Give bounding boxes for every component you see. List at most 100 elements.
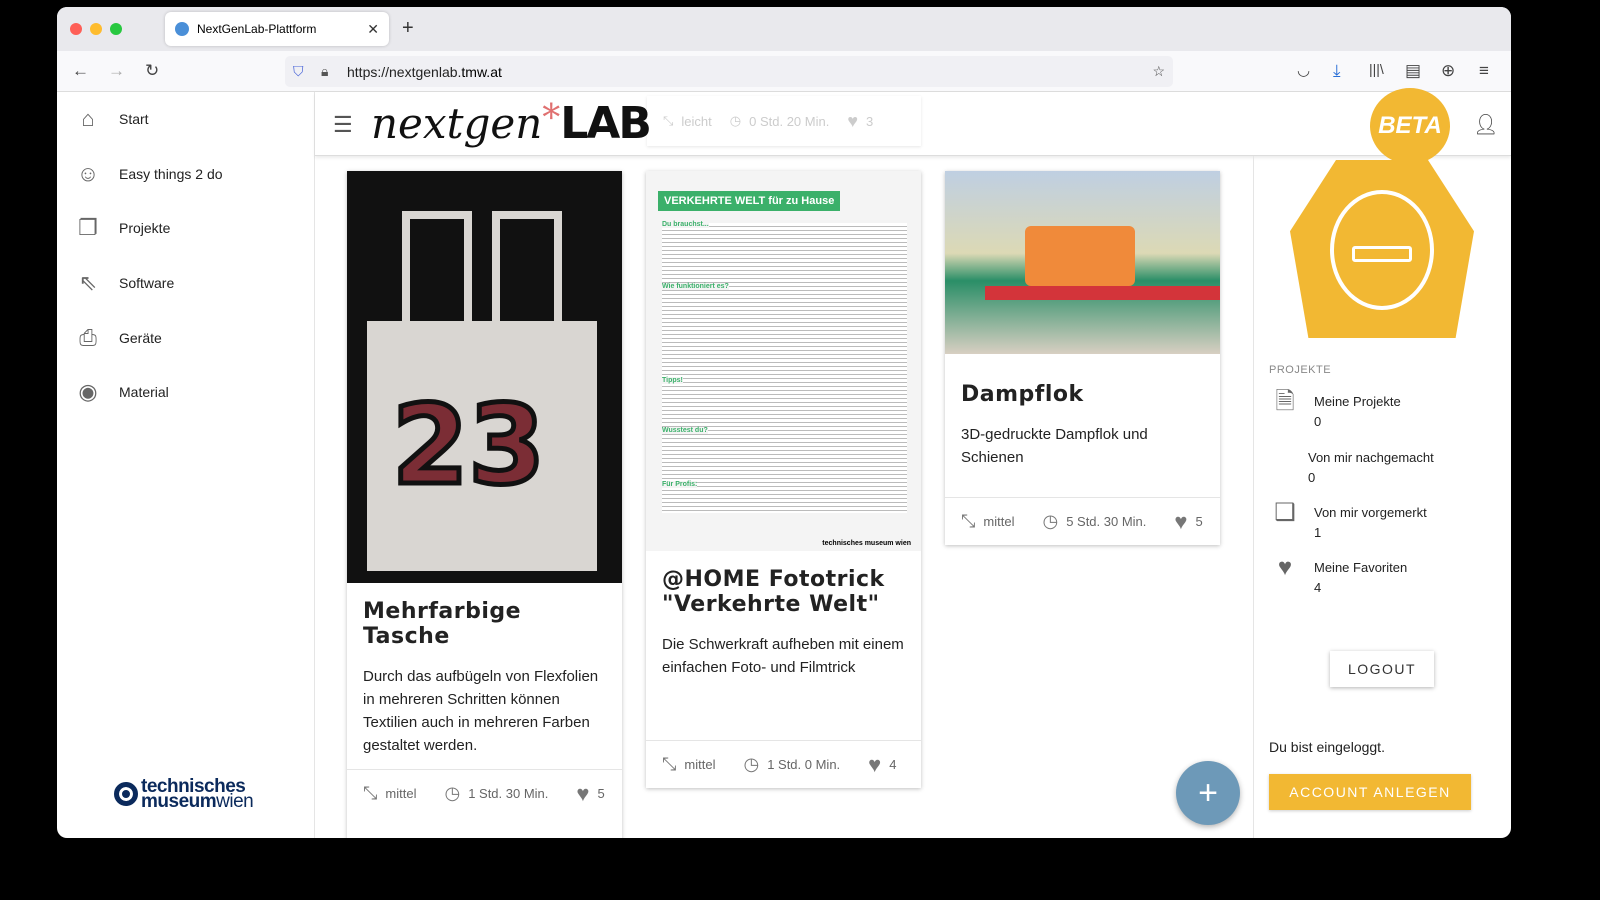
tab-title: NextGenLab-Plattform: [197, 22, 317, 36]
smiley-icon: ☺: [76, 160, 100, 186]
card-footer: ⤡ mittel ◷ 1 Std. 0 Min. ♥ 4: [646, 740, 921, 788]
poster-section: Für Profis:: [662, 481, 698, 488]
hamburger-menu-icon[interactable]: ☰: [333, 112, 353, 138]
sidebar-item-geraete[interactable]: ⎙ Geräte: [57, 310, 314, 365]
project-card[interactable]: VERKEHRTE WELT für zu Hause Du brauchst.…: [646, 171, 921, 788]
project-card[interactable]: 23 Mehrfarbige Tasche Durch das aufbügel…: [347, 171, 622, 838]
card-title: @HOME Fototrick "Verkehrte Welt": [662, 567, 885, 617]
sidebar-item-projekte[interactable]: ❐ Projekte: [57, 201, 314, 256]
project-image-tote-bag: 23: [347, 171, 622, 583]
likes-count: 3: [866, 113, 874, 129]
url-bar[interactable]: ⛉ 🔒︎ https://nextgenlab. tmw.at ☆: [285, 56, 1173, 87]
forward-icon[interactable]: →: [108, 61, 125, 81]
sidebar-item-material[interactable]: ◉ Material: [57, 365, 314, 420]
time-label: 1 Std. 30 Min.: [468, 786, 549, 801]
logout-button[interactable]: LOGOUT: [1330, 651, 1434, 687]
browser-window: NextGenLab-Plattform ✕ + ← → ↻ ⛉ 🔒︎ https…: [57, 7, 1511, 838]
nextgenlab-logo[interactable]: nextgen*LAB: [371, 98, 652, 149]
my-projects-link[interactable]: 🗎︎ Meine Projekte 0: [1270, 388, 1400, 432]
difficulty-icon: ⤡: [662, 754, 677, 774]
login-status: Du bist eingeloggt.: [1269, 739, 1385, 755]
sidebar-item-software[interactable]: ⇖ Software: [57, 256, 314, 311]
pocket-icon[interactable]: ◡: [1297, 61, 1310, 79]
difficulty-label: mittel: [983, 514, 1015, 529]
close-tab-icon[interactable]: ✕: [367, 21, 379, 38]
shield-icon[interactable]: ⛉: [293, 63, 304, 80]
heart-icon[interactable]: ♥: [1174, 509, 1187, 535]
menu-icon[interactable]: ≡: [1479, 61, 1489, 81]
heart-icon: ♥: [847, 110, 859, 131]
reload-icon[interactable]: ↻: [145, 61, 159, 81]
item-label: Meine Favoriten: [1314, 560, 1408, 575]
sidebar-item-start[interactable]: ⌂ Start: [57, 92, 314, 147]
add-project-button[interactable]: +: [1176, 761, 1240, 825]
poster-section: Tipps!: [662, 377, 683, 384]
item-count: 0: [1314, 414, 1322, 429]
new-tab-button[interactable]: +: [402, 17, 414, 40]
tmw-logo[interactable]: technisches museumwien: [114, 777, 254, 811]
reader-icon[interactable]: ▤: [1405, 61, 1421, 81]
sidebar-item-easy-things[interactable]: ☺ Easy things 2 do: [57, 147, 314, 202]
minimize-window-button[interactable]: [90, 23, 102, 35]
time-label: 1 Std. 0 Min.: [767, 757, 841, 772]
likes-count: 5: [1195, 514, 1203, 529]
difficulty-label: mittel: [684, 757, 716, 772]
likes-count: 5: [597, 786, 605, 801]
download-icon[interactable]: ⤓: [1333, 61, 1341, 81]
bag-print: 23: [389, 379, 547, 512]
card-footer: ⤡ mittel ◷ 5 Std. 30 Min. ♥ 5: [945, 497, 1220, 545]
time-label: 5 Std. 30 Min.: [1066, 514, 1147, 529]
poster-section: Du brauchst...: [662, 221, 709, 228]
bag-strap: [492, 211, 562, 331]
close-window-button[interactable]: [70, 23, 82, 35]
back-icon[interactable]: ←: [72, 61, 89, 81]
heart-icon[interactable]: ♥: [576, 781, 589, 807]
user-account-icon[interactable]: 👤︎: [1473, 112, 1498, 137]
card-description: Durch das aufbügeln von Flexfolien in me…: [363, 668, 599, 754]
sidebar: ⌂ Start ☺ Easy things 2 do ❐ Projekte ⇖ Soft…: [57, 92, 315, 838]
item-count: 4: [1314, 580, 1322, 595]
heart-icon[interactable]: ♥: [868, 752, 881, 778]
url-prefix: https://nextgenlab.: [347, 63, 462, 80]
difficulty-icon: ⤡: [663, 113, 674, 128]
beta-badge: BETA: [1370, 88, 1450, 164]
clock-icon: ◷: [1042, 511, 1059, 531]
bookmarks-icon: ❑: [1274, 499, 1296, 526]
cursor-click-icon: ⇖: [78, 270, 98, 296]
logo-text: LAB: [560, 98, 652, 149]
nav-bar: ← → ↻ ⛉ 🔒︎ https://nextgenlab. tmw.at ☆ ◡…: [57, 51, 1511, 92]
logo-text: nextgen: [371, 99, 543, 148]
difficulty-label: mittel: [385, 786, 417, 801]
bookmarked-link[interactable]: ❑ Von mir vorgemerkt 1: [1270, 499, 1426, 543]
difficulty-label: leicht: [681, 113, 712, 129]
card-description: Die Schwerkraft aufheben mit einem einfa…: [662, 636, 904, 676]
tmw-logo-mark: [114, 782, 138, 806]
favorites-link[interactable]: ♥ Meine Favoriten 4: [1270, 556, 1408, 598]
made-by-me-link[interactable]: Von mir nachgemacht 0: [1264, 448, 1434, 488]
project-image-poster: VERKEHRTE WELT für zu Hause Du brauchst.…: [646, 171, 921, 551]
card-title: Dampflok: [961, 382, 1084, 407]
create-account-button[interactable]: ACCOUNT ANLEGEN: [1269, 774, 1471, 810]
maximize-window-button[interactable]: [110, 23, 122, 35]
poster-section: Wusstest du?: [662, 427, 708, 434]
home-icon: ⌂: [81, 106, 95, 132]
extension-icon[interactable]: ⊕: [1441, 61, 1455, 81]
library-icon[interactable]: |||\: [1369, 61, 1384, 77]
clock-icon: ◷: [729, 113, 742, 128]
section-heading: PROJEKTE: [1269, 364, 1332, 376]
favicon-icon: [175, 22, 189, 36]
clock-icon: ◷: [743, 754, 760, 774]
copy-icon: ❐: [78, 215, 98, 241]
document-icon: 🗎︎: [1275, 388, 1295, 415]
filament-icon: ◉: [78, 379, 98, 405]
train: [1025, 226, 1135, 286]
bookmark-star-icon[interactable]: ☆: [1152, 63, 1165, 80]
poster-title: VERKEHRTE WELT für zu Hause: [658, 191, 841, 211]
sidebar-item-label: Start: [119, 111, 149, 128]
card-description: 3D-gedruckte Dampflok und Schienen: [961, 426, 1148, 466]
lock-icon: 🔒︎: [321, 63, 329, 79]
difficulty-icon: ⤡: [363, 783, 378, 803]
url-host: tmw.at: [461, 63, 502, 80]
project-card[interactable]: Dampflok 3D-gedruckte Dampflok und Schie…: [945, 171, 1220, 545]
browser-tab[interactable]: NextGenLab-Plattform ✕: [165, 12, 389, 46]
